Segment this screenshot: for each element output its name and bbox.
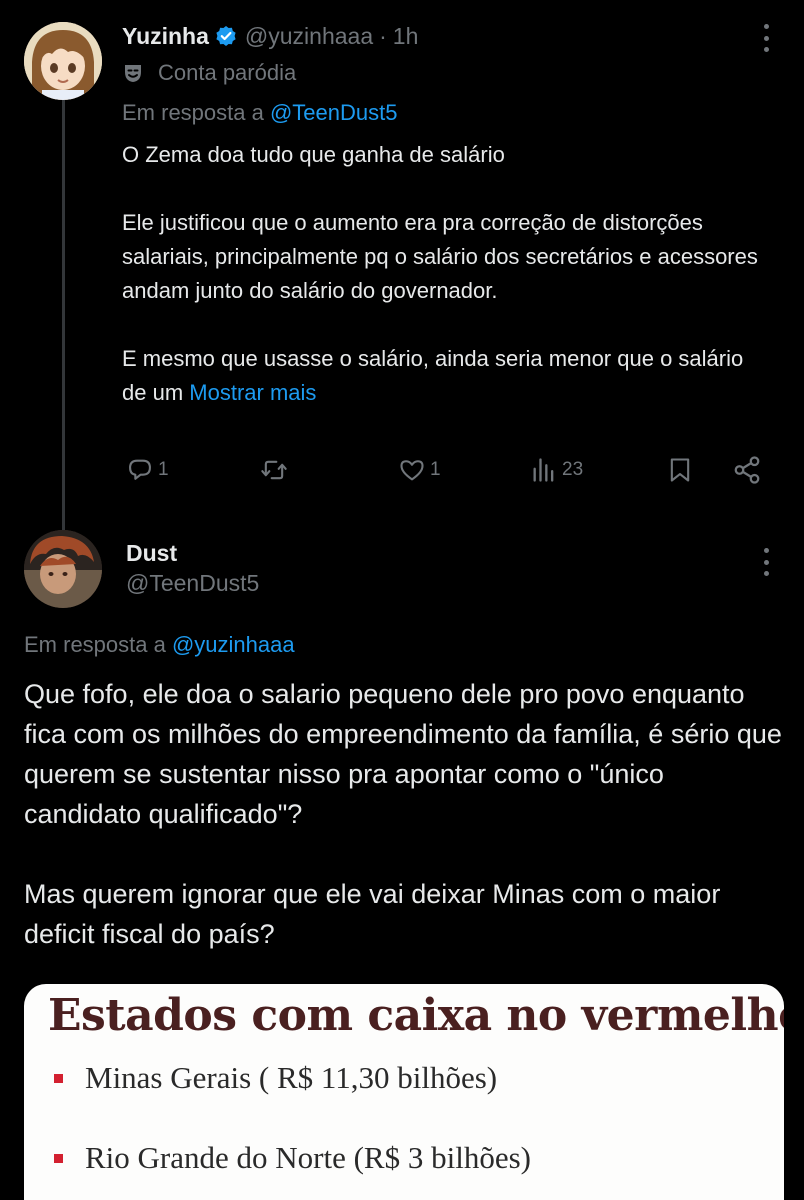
image-headline: Estados com caixa no vermelho	[48, 990, 784, 1041]
avatar-yuzinha[interactable]	[24, 22, 102, 100]
views-count: 23	[562, 459, 584, 480]
image-list-item-text: Rio Grande do Norte (R$ 3 bilhões)	[85, 1140, 531, 1175]
reply-prefix: Em resposta a	[24, 632, 166, 657]
timestamp[interactable]: 1h	[393, 23, 419, 50]
image-list-item-text: Minas Gerais ( R$ 11,30 bilhões)	[85, 1060, 498, 1095]
author-name[interactable]: Dust	[126, 540, 177, 567]
attached-image[interactable]: Estados com caixa no vermelho Minas Gera…	[24, 984, 784, 1200]
share-icon	[734, 456, 760, 484]
reply-context: Em resposta a @yuzinhaaa	[24, 632, 295, 658]
author-name[interactable]: Yuzinha	[122, 23, 209, 50]
author-handle[interactable]: @TeenDust5	[126, 570, 259, 597]
separator-dot: ·	[379, 22, 387, 49]
thread-connector-line	[62, 100, 65, 530]
avatar-dust[interactable]	[24, 530, 102, 608]
image-list-item: Minas Gerais ( R$ 11,30 bilhões)	[54, 1060, 497, 1096]
reply-context: Em resposta a @TeenDust5	[122, 100, 397, 126]
tweet2-paragraph2: Mas querem ignorar que ele vai deixar Mi…	[24, 879, 721, 949]
image-list-item: Rio Grande do Norte (R$ 3 bilhões)	[54, 1140, 531, 1176]
tweet1-paragraph3: E mesmo que usasse o salário, ainda seri…	[122, 342, 762, 410]
share-button[interactable]	[732, 452, 762, 488]
parody-label: Conta paródia	[122, 58, 296, 88]
tweet1-header: Yuzinha @yuzinhaaa · 1h	[122, 20, 418, 52]
reply-icon	[129, 459, 151, 480]
verified-badge-icon[interactable]	[215, 25, 237, 47]
red-bullet-icon	[54, 1153, 63, 1163]
reply-handle-link[interactable]: @TeenDust5	[270, 100, 398, 125]
reply-prefix: Em resposta a	[122, 100, 264, 125]
reply-handle-link[interactable]: @yuzinhaaa	[172, 632, 295, 657]
more-vertical-icon[interactable]	[762, 548, 770, 576]
like-button[interactable]: 1	[398, 452, 441, 488]
tweet2-text: Que fofo, ele doa o salario pequeno dele…	[24, 674, 784, 954]
heart-icon	[400, 460, 424, 481]
theater-mask-icon	[125, 65, 141, 82]
reply-button[interactable]: 1	[126, 452, 169, 488]
retweet-icon	[261, 460, 287, 480]
show-more-link[interactable]: Mostrar mais	[189, 380, 316, 405]
more-vertical-icon[interactable]	[762, 24, 770, 52]
bookmark-icon	[670, 458, 690, 482]
bookmark-button[interactable]	[666, 452, 694, 488]
tweet1-action-bar: 1 1 23	[126, 452, 766, 488]
reply-count: 1	[158, 459, 169, 480]
author-handle[interactable]: @yuzinhaaa	[245, 23, 373, 50]
views-bar-chart-icon	[533, 458, 554, 482]
views-button[interactable]: 23	[530, 452, 583, 488]
tweet1-line1: O Zema doa tudo que ganha de salário	[122, 142, 505, 167]
tweet2-paragraph1: Que fofo, ele doa o salario pequeno dele…	[24, 679, 782, 829]
red-bullet-icon	[54, 1073, 63, 1083]
tweet1-text: O Zema doa tudo que ganha de salário Ele…	[122, 138, 762, 410]
tweet1-paragraph2: Ele justificou que o aumento era pra cor…	[122, 210, 758, 303]
retweet-button[interactable]	[260, 452, 288, 488]
parody-text: Conta paródia	[158, 60, 297, 85]
like-count: 1	[430, 459, 441, 480]
